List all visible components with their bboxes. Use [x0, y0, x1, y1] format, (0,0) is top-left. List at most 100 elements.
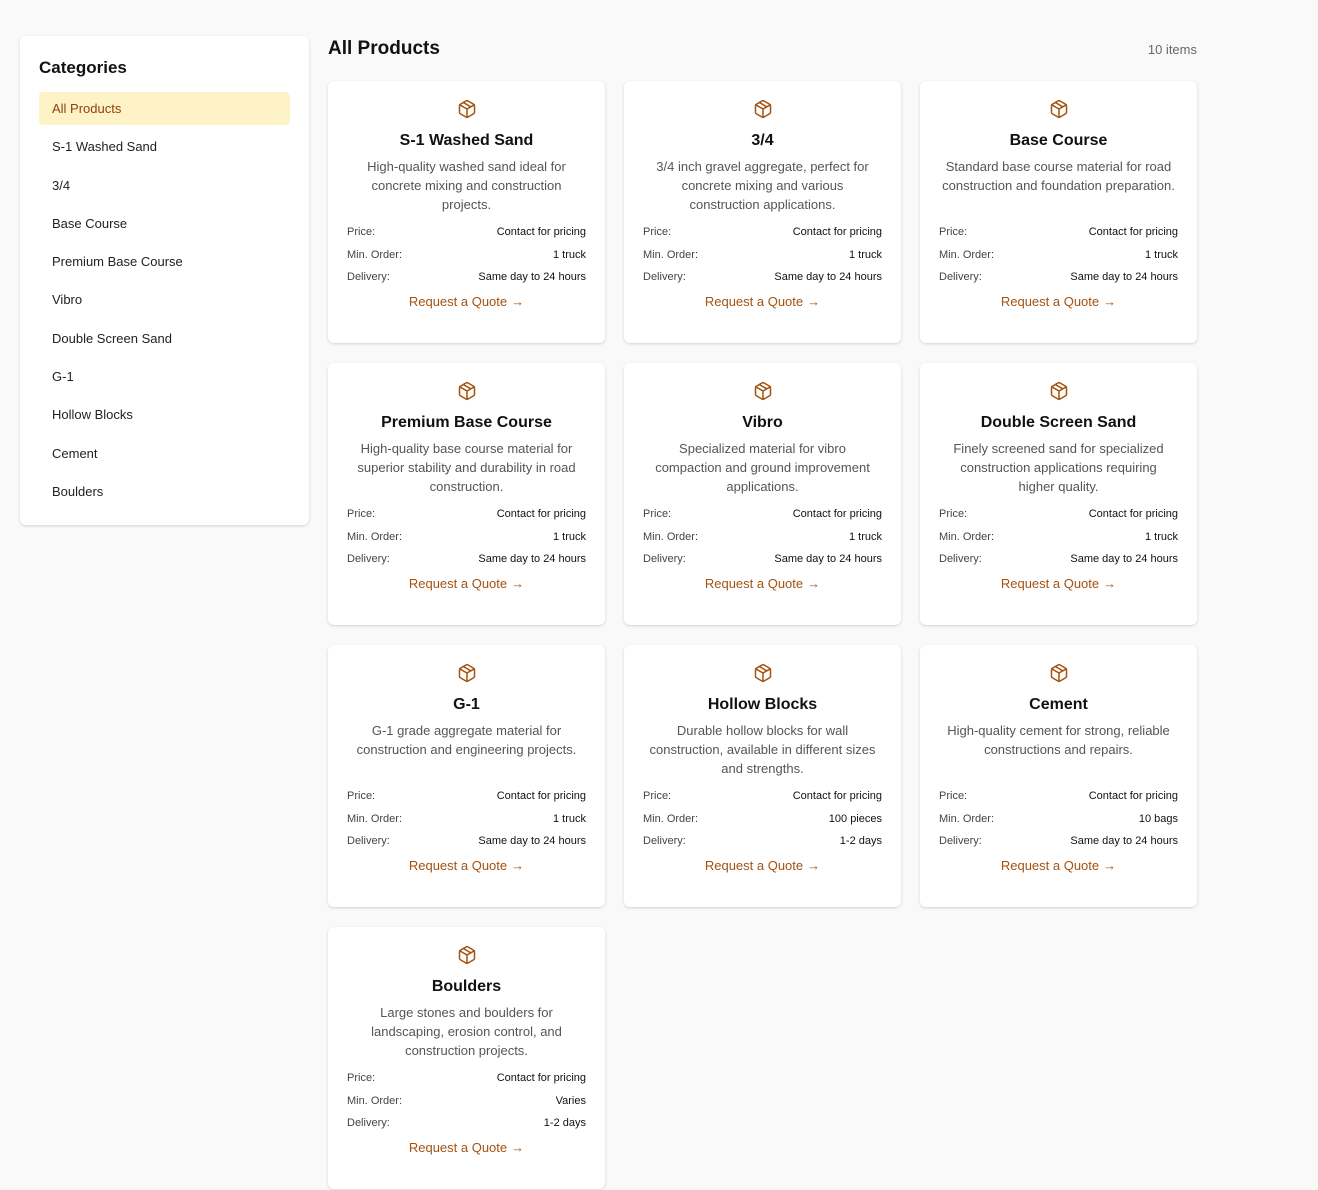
spec-row-min-order: Min. Order: 1 truck [347, 244, 586, 267]
spec-row-price: Price: Contact for pricing [939, 503, 1178, 526]
price-label: Price: [939, 508, 968, 520]
box-icon [457, 945, 477, 965]
box-icon [1049, 381, 1069, 401]
spec-row-delivery: Delivery: 1-2 days [347, 1112, 586, 1135]
price-value: Contact for pricing [496, 1072, 586, 1084]
delivery-label: Delivery: [939, 271, 982, 283]
category-item-s1-washed-sand[interactable]: S-1 Washed Sand [39, 130, 290, 163]
min-order-value: 1 truck [552, 248, 586, 261]
arrow-right-icon: → [511, 293, 525, 309]
request-quote-label: Request a Quote [704, 857, 804, 873]
product-description: 3/4 inch gravel aggregate, perfect for c… [656, 159, 869, 212]
price-value: Contact for pricing [792, 790, 882, 802]
min-order-value: 1 truck [1144, 530, 1178, 543]
spec-row-min-order: Min. Order: 1 truck [939, 244, 1178, 267]
category-item-3-4[interactable]: 3/4 [39, 169, 290, 202]
product-specs: Price: Contact for pricing Min. Order: 1 tr… [939, 503, 1178, 571]
spec-row-min-order: Min. Order: 1 truck [347, 526, 586, 549]
product-description: Standard base course material for road c… [942, 159, 1175, 193]
delivery-label: Delivery: [347, 1117, 390, 1129]
box-icon [1049, 663, 1069, 683]
request-quote-link[interactable]: Request a Quote → [409, 858, 524, 873]
category-item-hollow-blocks[interactable]: Hollow Blocks [39, 398, 290, 431]
price-value: Contact for pricing [792, 226, 882, 238]
category-item-cement[interactable]: Cement [39, 437, 290, 470]
min-order-label: Min. Order: [939, 812, 995, 825]
category-item-all-products[interactable]: All Products [39, 92, 290, 125]
request-quote-link[interactable]: Request a Quote → [409, 294, 524, 309]
box-icon [753, 381, 773, 401]
spec-row-min-order: Min. Order: 1 truck [643, 244, 882, 267]
min-order-label: Min. Order: [939, 248, 995, 261]
products-header: All Products 10 items [328, 36, 1197, 62]
product-description: High-quality washed sand ideal for concr… [367, 159, 566, 212]
category-item-vibro[interactable]: Vibro [39, 283, 290, 316]
delivery-label: Delivery: [347, 553, 390, 565]
product-specs: Price: Contact for pricing Min. Order: 1 tr… [347, 785, 586, 853]
price-value: Contact for pricing [1088, 226, 1178, 238]
product-card: Base Course Standard base course material… [920, 81, 1197, 343]
price-label: Price: [643, 226, 672, 238]
request-quote-link[interactable]: Request a Quote → [705, 858, 820, 873]
category-item-g1[interactable]: G-1 [39, 360, 290, 393]
category-item-premium-base-course[interactable]: Premium Base Course [39, 245, 290, 278]
product-name: Boulders [431, 978, 502, 995]
delivery-label: Delivery: [643, 835, 686, 847]
arrow-right-icon: → [807, 293, 821, 309]
price-label: Price: [347, 226, 376, 238]
price-value: Contact for pricing [496, 508, 586, 520]
price-label: Price: [643, 790, 672, 802]
product-description: High-quality cement for strong, reliable… [947, 723, 1170, 757]
product-specs: Price: Contact for pricing Min. Order: 1 tr… [347, 221, 586, 289]
product-description: High-quality base course material for su… [357, 441, 576, 494]
min-order-label: Min. Order: [939, 530, 995, 543]
product-card: G-1 G-1 grade aggregate material for cons… [328, 645, 605, 907]
spec-row-min-order: Min. Order: 1 truck [643, 526, 882, 549]
spec-row-price: Price: Contact for pricing [643, 785, 882, 808]
spec-row-min-order: Min. Order: 100 pieces [643, 808, 882, 831]
category-item-base-course[interactable]: Base Course [39, 207, 290, 240]
request-quote-link[interactable]: Request a Quote → [705, 294, 820, 309]
arrow-right-icon: → [1103, 575, 1117, 591]
min-order-label: Min. Order: [347, 812, 403, 825]
request-quote-link[interactable]: Request a Quote → [1001, 294, 1116, 309]
request-quote-link[interactable]: Request a Quote → [409, 1140, 524, 1155]
request-quote-link[interactable]: Request a Quote → [1001, 858, 1116, 873]
delivery-value: Same day to 24 hours [1070, 553, 1178, 565]
min-order-label: Min. Order: [643, 248, 699, 261]
min-order-label: Min. Order: [347, 530, 403, 543]
product-name: Double Screen Sand [980, 414, 1137, 431]
price-value: Contact for pricing [496, 226, 586, 238]
arrow-right-icon: → [1103, 857, 1117, 873]
request-quote-link[interactable]: Request a Quote → [1001, 576, 1116, 591]
spec-row-price: Price: Contact for pricing [347, 785, 586, 808]
price-value: Contact for pricing [1088, 508, 1178, 520]
request-quote-label: Request a Quote [408, 857, 508, 873]
spec-row-price: Price: Contact for pricing [939, 221, 1178, 244]
product-name: Hollow Blocks [707, 696, 818, 713]
min-order-value: 1 truck [848, 248, 882, 261]
price-label: Price: [939, 226, 968, 238]
product-card: Vibro Specialized material for vibro comp… [624, 363, 901, 625]
product-specs: Price: Contact for pricing Min. Order: 1 tr… [643, 503, 882, 571]
product-description: Large stones and boulders for landscapin… [371, 1005, 562, 1058]
request-quote-label: Request a Quote [408, 1139, 508, 1155]
price-label: Price: [643, 508, 672, 520]
delivery-label: Delivery: [939, 553, 982, 565]
products-main: All Products 10 items S-1 Washed Sand Hig… [328, 36, 1197, 1189]
min-order-label: Min. Order: [643, 812, 699, 825]
category-item-boulders[interactable]: Boulders [39, 475, 290, 508]
product-card: Boulders Large stones and boulders for la… [328, 927, 605, 1189]
request-quote-link[interactable]: Request a Quote → [705, 576, 820, 591]
spec-row-min-order: Min. Order: 1 truck [347, 808, 586, 831]
request-quote-link[interactable]: Request a Quote → [409, 576, 524, 591]
delivery-value: Same day to 24 hours [478, 271, 586, 283]
delivery-value: Same day to 24 hours [774, 553, 882, 565]
delivery-value: Same day to 24 hours [478, 553, 586, 565]
category-item-double-screen-sand[interactable]: Double Screen Sand [39, 322, 290, 355]
box-icon [753, 663, 773, 683]
spec-row-min-order: Min. Order: 1 truck [939, 526, 1178, 549]
spec-row-price: Price: Contact for pricing [347, 503, 586, 526]
spec-row-delivery: Delivery: Same day to 24 hours [347, 548, 586, 571]
product-specs: Price: Contact for pricing Min. Order: 1 tr… [643, 221, 882, 289]
